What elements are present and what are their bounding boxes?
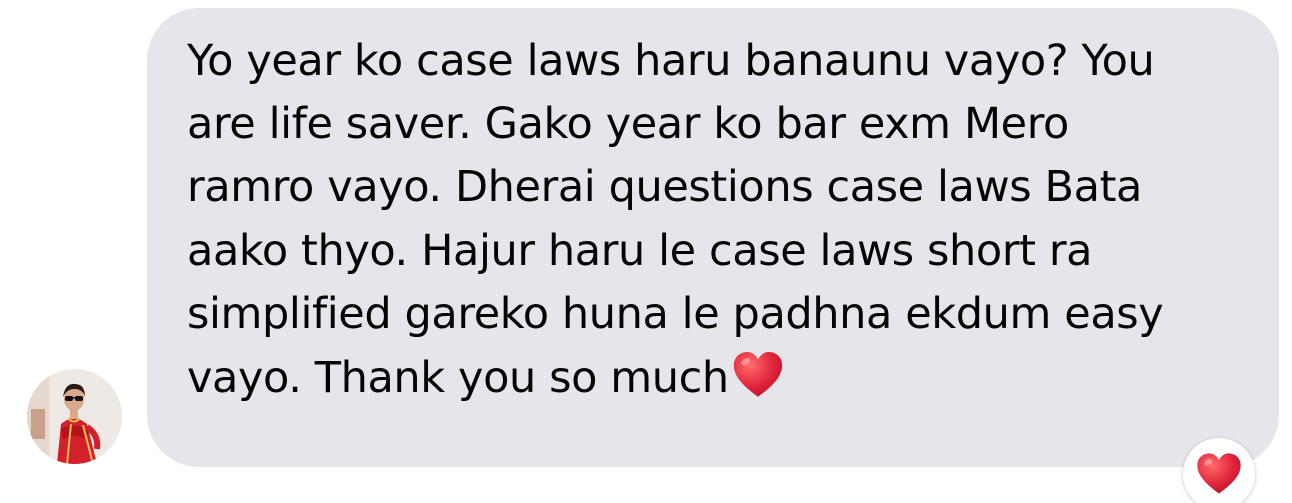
message-body: Yo year ko case laws haru banaunu vayo? … bbox=[187, 36, 1164, 404]
reaction-badge[interactable] bbox=[1183, 438, 1255, 503]
avatar[interactable] bbox=[27, 369, 122, 464]
message-bubble[interactable]: Yo year ko case laws haru banaunu vayo? … bbox=[147, 8, 1279, 467]
red-heart-icon bbox=[1197, 453, 1241, 494]
chat-message-row: Yo year ko case laws haru banaunu vayo? … bbox=[0, 0, 1292, 503]
avatar-image bbox=[27, 369, 122, 464]
message-text: Yo year ko case laws haru banaunu vayo? … bbox=[187, 30, 1239, 410]
red-heart-icon bbox=[729, 346, 787, 404]
